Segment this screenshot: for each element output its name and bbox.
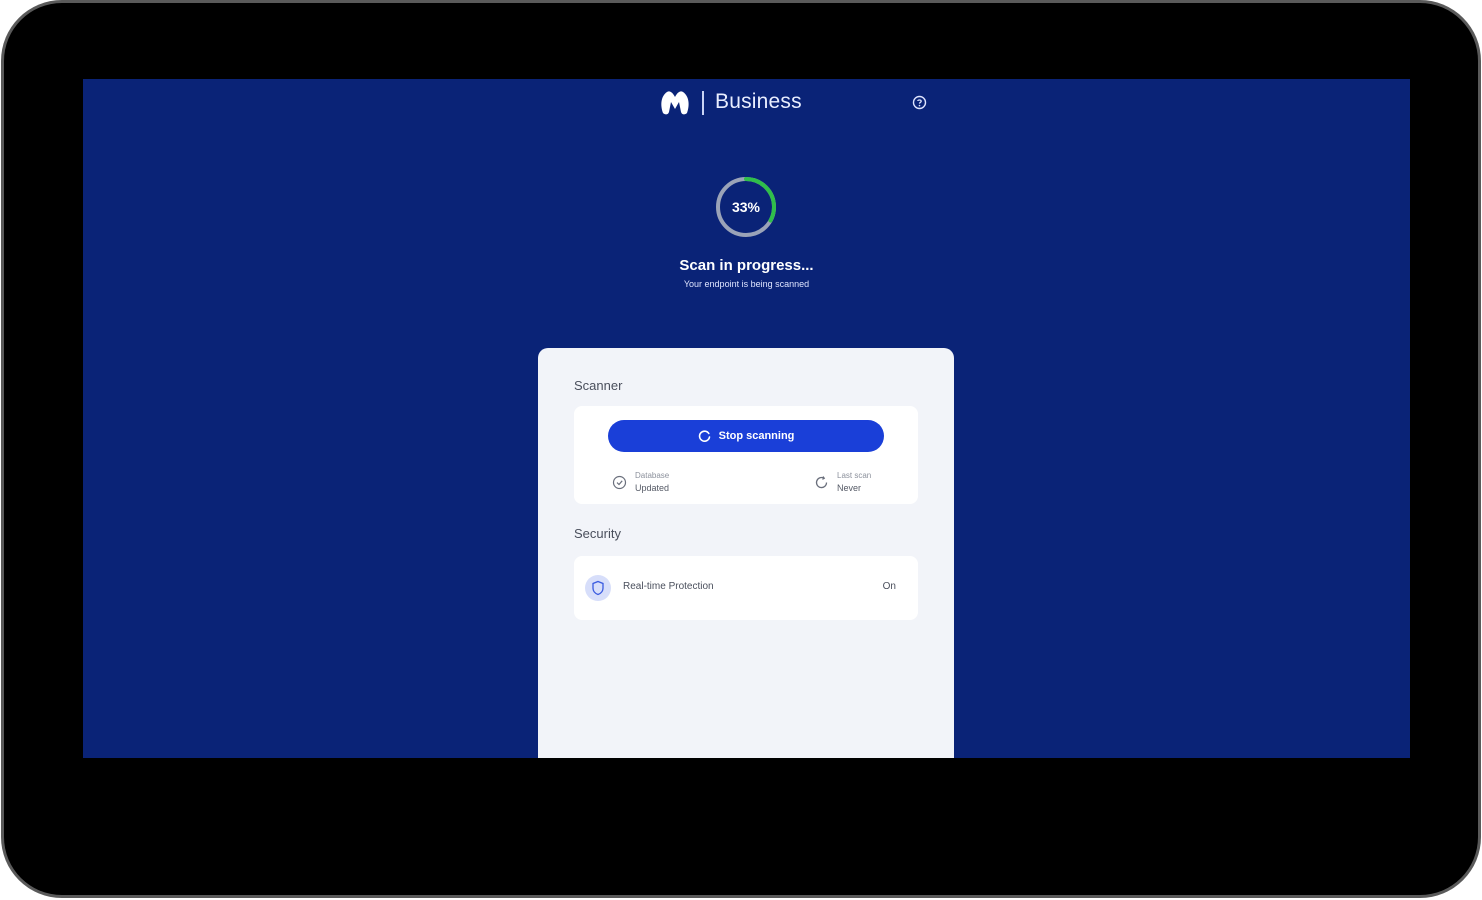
- security-section-label: Security: [574, 526, 621, 541]
- realtime-protection-row[interactable]: Real-time Protection On: [574, 556, 918, 620]
- scan-progress-ring: 33%: [714, 175, 778, 239]
- rtp-badge: [585, 575, 611, 601]
- last-scan-key: Last scan: [837, 471, 872, 480]
- progress-percent: 33%: [731, 199, 761, 215]
- app-screen: Business 33% Scan in progress... Your en…: [83, 79, 1410, 758]
- history-icon: [815, 475, 828, 488]
- dashboard-panel: Scanner Stop scanning Database Updated L…: [538, 348, 954, 758]
- malwarebytes-logo-icon: [661, 91, 689, 115]
- scan-status-title: Scan in progress...: [679, 257, 814, 274]
- database-shield-icon: [612, 475, 627, 489]
- brand-label: Business: [715, 90, 802, 113]
- spinner-icon: [698, 429, 710, 442]
- scanner-card: Stop scanning Database Updated Last scan…: [574, 406, 918, 504]
- rtp-status: On: [882, 581, 896, 592]
- scan-status-subtitle: Your endpoint is being scanned: [683, 279, 810, 289]
- security-card: Real-time Protection On: [574, 556, 918, 620]
- device-frame: Business 33% Scan in progress... Your en…: [4, 3, 1478, 895]
- shield-icon: [592, 580, 604, 596]
- help-circle-icon[interactable]: [912, 95, 927, 110]
- logo-divider: [702, 91, 704, 115]
- app-header: Business: [83, 89, 1410, 117]
- last-scan-status: Last scan Never: [814, 470, 871, 494]
- database-status: Database Updated: [612, 470, 669, 494]
- last-scan-value: Never: [837, 483, 862, 493]
- scanner-section-label: Scanner: [574, 378, 623, 393]
- stop-scanning-label: Stop scanning: [718, 430, 795, 442]
- rtp-label: Real-time Protection: [623, 581, 714, 592]
- stop-scanning-button[interactable]: Stop scanning: [608, 420, 884, 452]
- database-value: Updated: [635, 483, 670, 493]
- database-key: Database: [635, 471, 670, 480]
